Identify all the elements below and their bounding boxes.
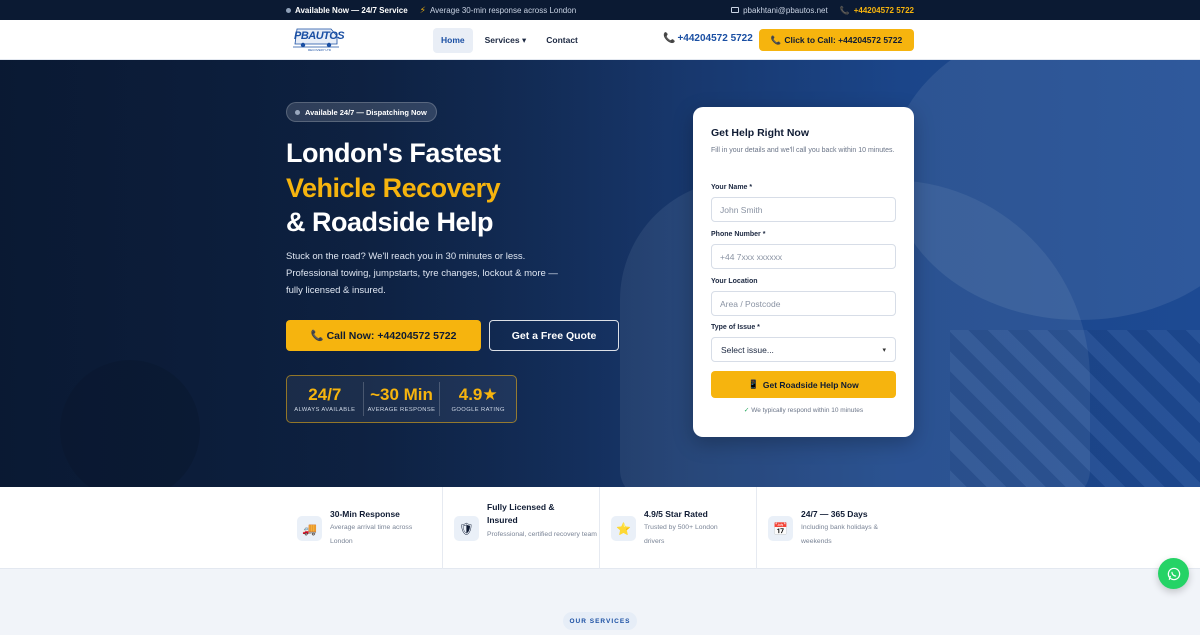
features-strip: 🚚 30-Min Response Average arrival time a… [0,487,1200,569]
phone-icon: 📞 [839,5,850,15]
whatsapp-button[interactable] [1158,558,1189,589]
main-navigation: PBAUTOS RECOVERY LTD Home Services ▾ Con… [0,20,1200,60]
help-request-form: Get Help Right Now Fill in your details … [693,107,914,437]
hero-title: London's Fastest Vehicle Recovery & Road… [286,138,501,237]
response-info: ⚡ Average 30-min response across London [419,4,577,15]
phone-icon: 📞 [663,33,676,44]
check-icon: ✓ [743,407,750,414]
email-icon [731,7,740,13]
topbar-email-link[interactable]: pbakhtani@pbautos.net [731,6,828,15]
hero-stats: 24/7 ALWAYS AVAILABLE ~30 Min AVERAGE RE… [286,375,517,423]
feature-licensed: 🛡 Fully Licensed & Insured Professional,… [443,487,600,569]
stat-rating: 4.9★ GOOGLE RATING [451,385,505,413]
phone-icon: 📞 [770,34,782,45]
nav-item-services[interactable]: Services ▾ [477,28,535,53]
feature-availability: 📅 24/7 — 365 Days Including bank holiday… [757,487,914,569]
dispatch-badge: Available 24/7 — Dispatching Now [286,102,437,122]
shield-icon: 🛡 [454,516,479,541]
response-note: ✓ We typically respond within 10 minutes [743,407,864,414]
status-dot-icon [295,109,300,115]
hero-background-checker [950,330,1200,487]
nav-menu: Home Services ▾ Contact [433,28,586,53]
feature-rating: ⭐ 4.9/5 Star Rated Trusted by 500+ Londo… [600,487,757,569]
issue-select[interactable]: Select issue... ▾ [711,337,896,362]
lightning-icon: ⚡ [419,4,426,15]
location-input[interactable] [711,291,896,316]
click-to-call-button[interactable]: 📞 Click to Call: +44204572 5722 [759,29,914,51]
phone-icon: 📞 [310,330,324,342]
name-label: Your Name * [711,184,753,191]
get-help-button[interactable]: 📱 Get Roadside Help Now [711,371,896,398]
whatsapp-icon [1167,567,1180,580]
hero-lead-text: Stuck on the road? We'll reach you in 30… [286,251,558,296]
issue-label: Type of Issue * [711,324,760,331]
nav-item-home[interactable]: Home [433,28,473,53]
status-dot-icon [286,7,291,13]
tow-truck-icon: 🚚 [297,516,322,541]
phone-icon: 📱 [748,379,759,389]
stat-availability: 24/7 ALWAYS AVAILABLE [287,382,364,416]
availability-status: Available Now — 24/7 Service [286,6,408,15]
topbar-phone-link[interactable]: 📞 +44204572 5722 [840,6,914,15]
name-input[interactable] [711,197,896,222]
nav-phone-link[interactable]: 📞 +44204572 5722 [663,33,753,44]
star-icon: ⭐ [611,516,636,541]
calendar-icon: 📅 [768,516,793,541]
feature-response: 🚚 30-Min Response Average arrival time a… [286,487,443,569]
top-bar: Available Now — 24/7 Service ⚡ Average 3… [0,0,1200,20]
hero-section: Available 24/7 — Dispatching Now London'… [0,60,1200,487]
form-title: Get Help Right Now [711,127,809,139]
free-quote-button[interactable]: Get a Free Quote [489,320,619,351]
location-label: Your Location [711,278,758,285]
chevron-down-icon: ▾ [882,346,886,354]
nav-item-contact[interactable]: Contact [538,28,586,53]
form-subtitle: Fill in your details and we'll call you … [711,147,895,154]
call-now-button[interactable]: 📞 Call Now: +44204572 5722 [286,320,481,351]
phone-label: Phone Number * [711,231,766,238]
logo[interactable]: PBAUTOS RECOVERY LTD [291,26,345,54]
services-section-tag: OUR SERVICES [563,612,637,630]
stat-response: ~30 Min AVERAGE RESPONSE [364,382,441,416]
phone-input[interactable] [711,244,896,269]
